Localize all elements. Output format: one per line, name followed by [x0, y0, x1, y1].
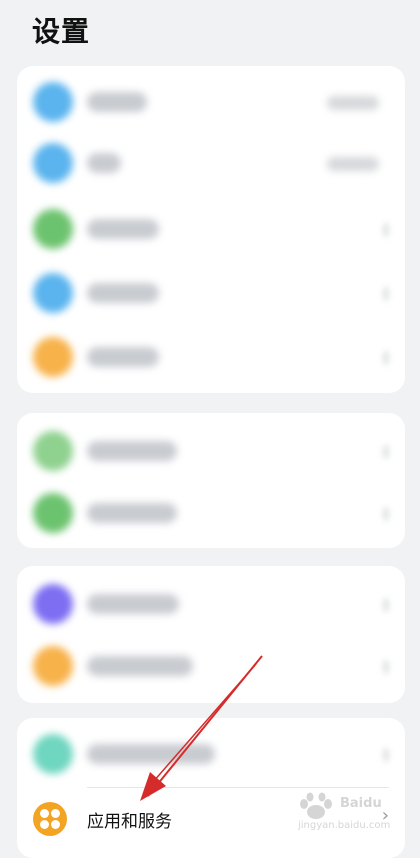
list-item[interactable]: [17, 263, 405, 323]
divider: [87, 787, 389, 788]
watermark-brand: Baidu: [340, 796, 382, 811]
blurred-icon: [33, 734, 73, 774]
list-item[interactable]: [17, 72, 405, 132]
list-item[interactable]: [17, 327, 405, 387]
blurred-icon: [33, 143, 73, 183]
settings-card-3: [17, 566, 405, 703]
list-item[interactable]: [17, 199, 405, 259]
list-item[interactable]: [17, 574, 405, 634]
blurred-icon: [33, 646, 73, 686]
blurred-icon: [33, 431, 73, 471]
page-title: 设置: [32, 15, 91, 48]
settings-card-1: [17, 66, 405, 393]
settings-card-2: [17, 413, 405, 548]
list-item[interactable]: [17, 133, 405, 193]
list-item[interactable]: [17, 636, 405, 696]
blurred-icon: [33, 584, 73, 624]
blurred-icon: [33, 337, 73, 377]
list-item[interactable]: [17, 483, 405, 543]
watermark: Baidu jingyan.baidu.com: [296, 792, 396, 838]
blurred-icon: [33, 82, 73, 122]
list-item[interactable]: [17, 724, 405, 784]
blurred-icon: [33, 493, 73, 533]
watermark-url: jingyan.baidu.com: [298, 820, 391, 831]
app-services-label: 应用和服务: [87, 812, 172, 832]
paw-icon: [300, 792, 332, 819]
four-dots-grid-icon: [33, 802, 67, 836]
blurred-icon: [33, 209, 73, 249]
blurred-icon: [33, 273, 73, 313]
list-item[interactable]: [17, 421, 405, 481]
